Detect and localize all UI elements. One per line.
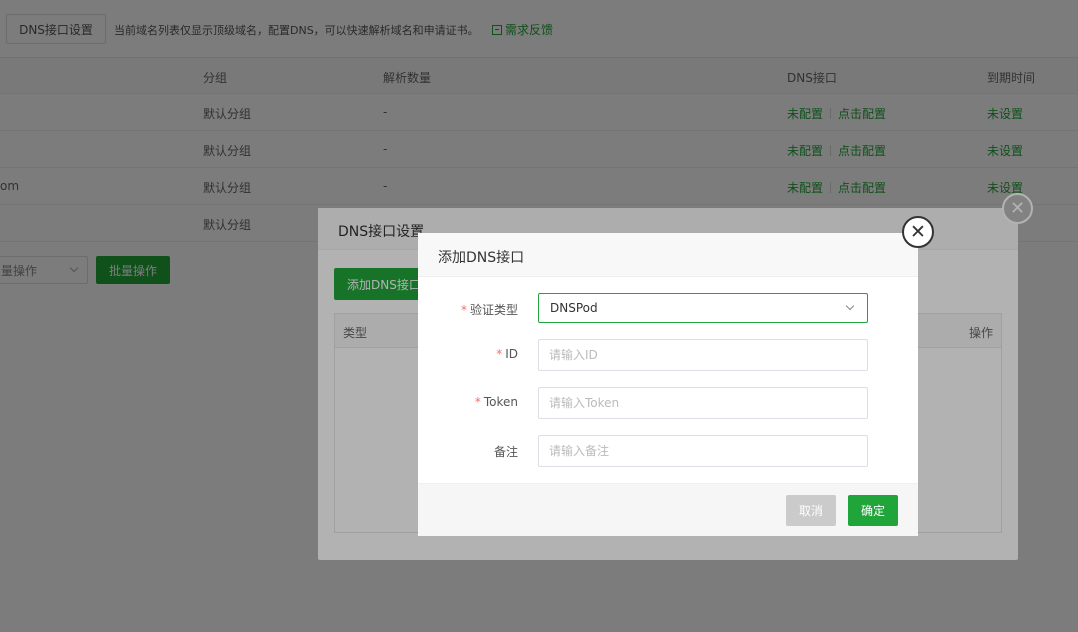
token-label: * Token — [475, 395, 518, 409]
type-label-text: 验证类型 — [469, 303, 518, 317]
remark-label: 备注 — [493, 445, 518, 459]
dialog-footer: 取消 确定 — [418, 483, 918, 536]
type-select[interactable]: DNSPod — [538, 293, 868, 323]
chevron-down-icon — [845, 301, 855, 311]
required-mark: * — [496, 347, 503, 361]
type-label: * 验证类型 — [461, 301, 518, 318]
confirm-button[interactable]: 确定 — [848, 495, 898, 526]
token-input[interactable] — [538, 387, 868, 419]
remark-input[interactable] — [538, 435, 868, 467]
type-select-value: DNSPod — [550, 301, 598, 315]
form-row-token: * Token — [418, 387, 918, 419]
form-row-id: * ID — [418, 339, 918, 371]
dialog-title: 添加DNS接口 — [438, 250, 525, 266]
id-label-text: ID — [505, 347, 518, 361]
id-input[interactable] — [538, 339, 868, 371]
cancel-button[interactable]: 取消 — [786, 495, 836, 526]
token-label-text: Token — [483, 395, 518, 409]
id-label: * ID — [496, 347, 518, 361]
add-dns-dialog: 添加DNS接口 ✕ *验证类型 DNSPod *ID *Token 备注 取消 … — [418, 216, 934, 536]
close-icon[interactable]: ✕ — [902, 216, 934, 248]
form-row-remark: 备注 — [418, 435, 918, 467]
dialog-header: 添加DNS接口 — [418, 233, 918, 277]
required-mark: * — [474, 395, 481, 409]
form-row-type: * 验证类型 DNSPod — [418, 293, 918, 325]
required-mark: * — [460, 303, 467, 317]
